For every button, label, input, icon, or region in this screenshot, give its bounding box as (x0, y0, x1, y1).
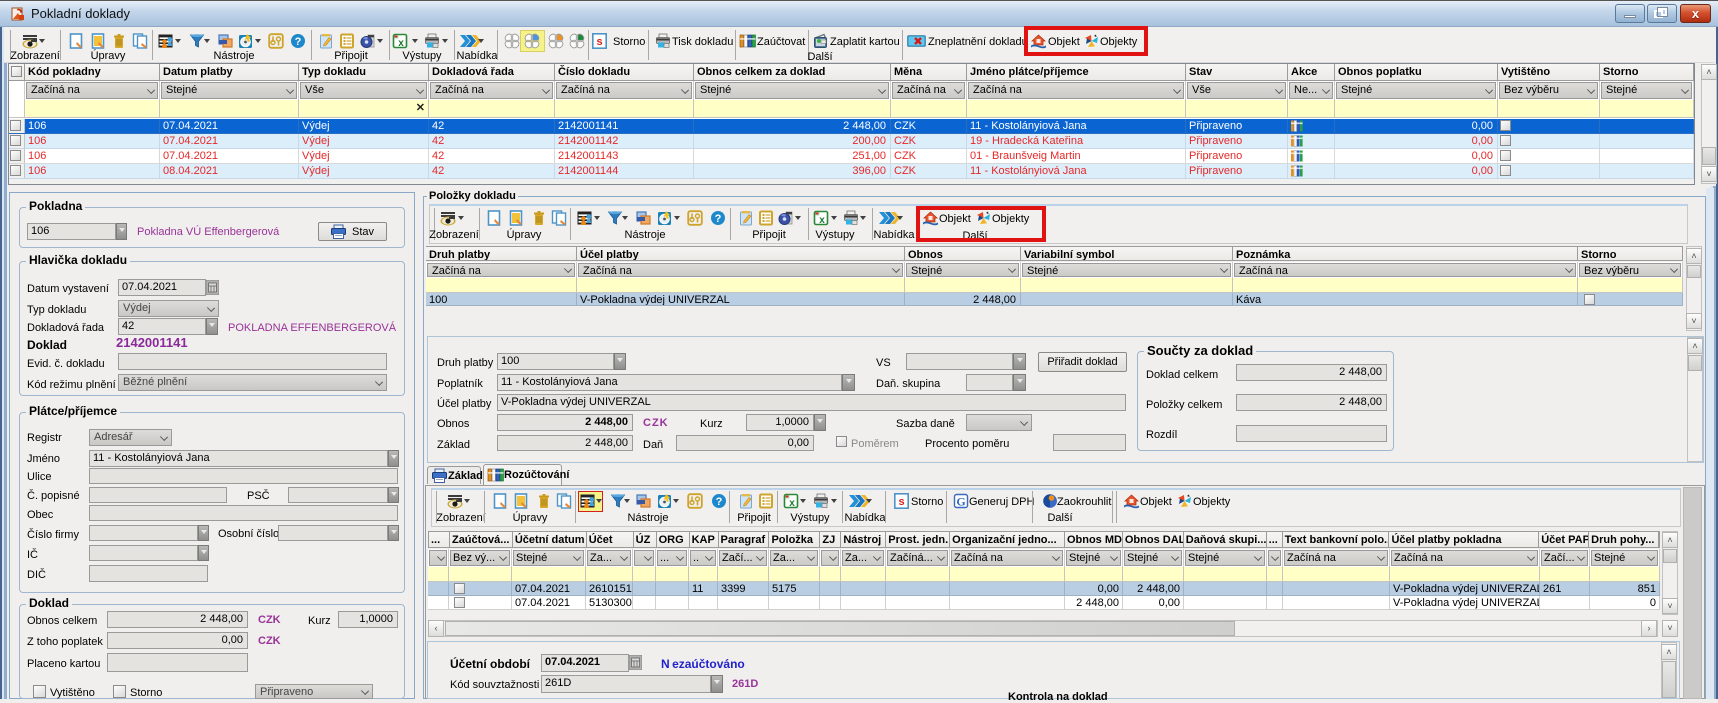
svg-text:x: x (398, 38, 404, 49)
svg-text:G: G (956, 495, 965, 509)
svg-text:s: s (596, 36, 602, 48)
svg-text:?: ? (295, 36, 302, 48)
svg-text:x: x (789, 498, 795, 509)
svg-text:s: s (898, 496, 904, 508)
svg-text:x: x (819, 215, 825, 226)
svg-text:?: ? (715, 213, 722, 225)
svg-text:?: ? (716, 496, 723, 508)
